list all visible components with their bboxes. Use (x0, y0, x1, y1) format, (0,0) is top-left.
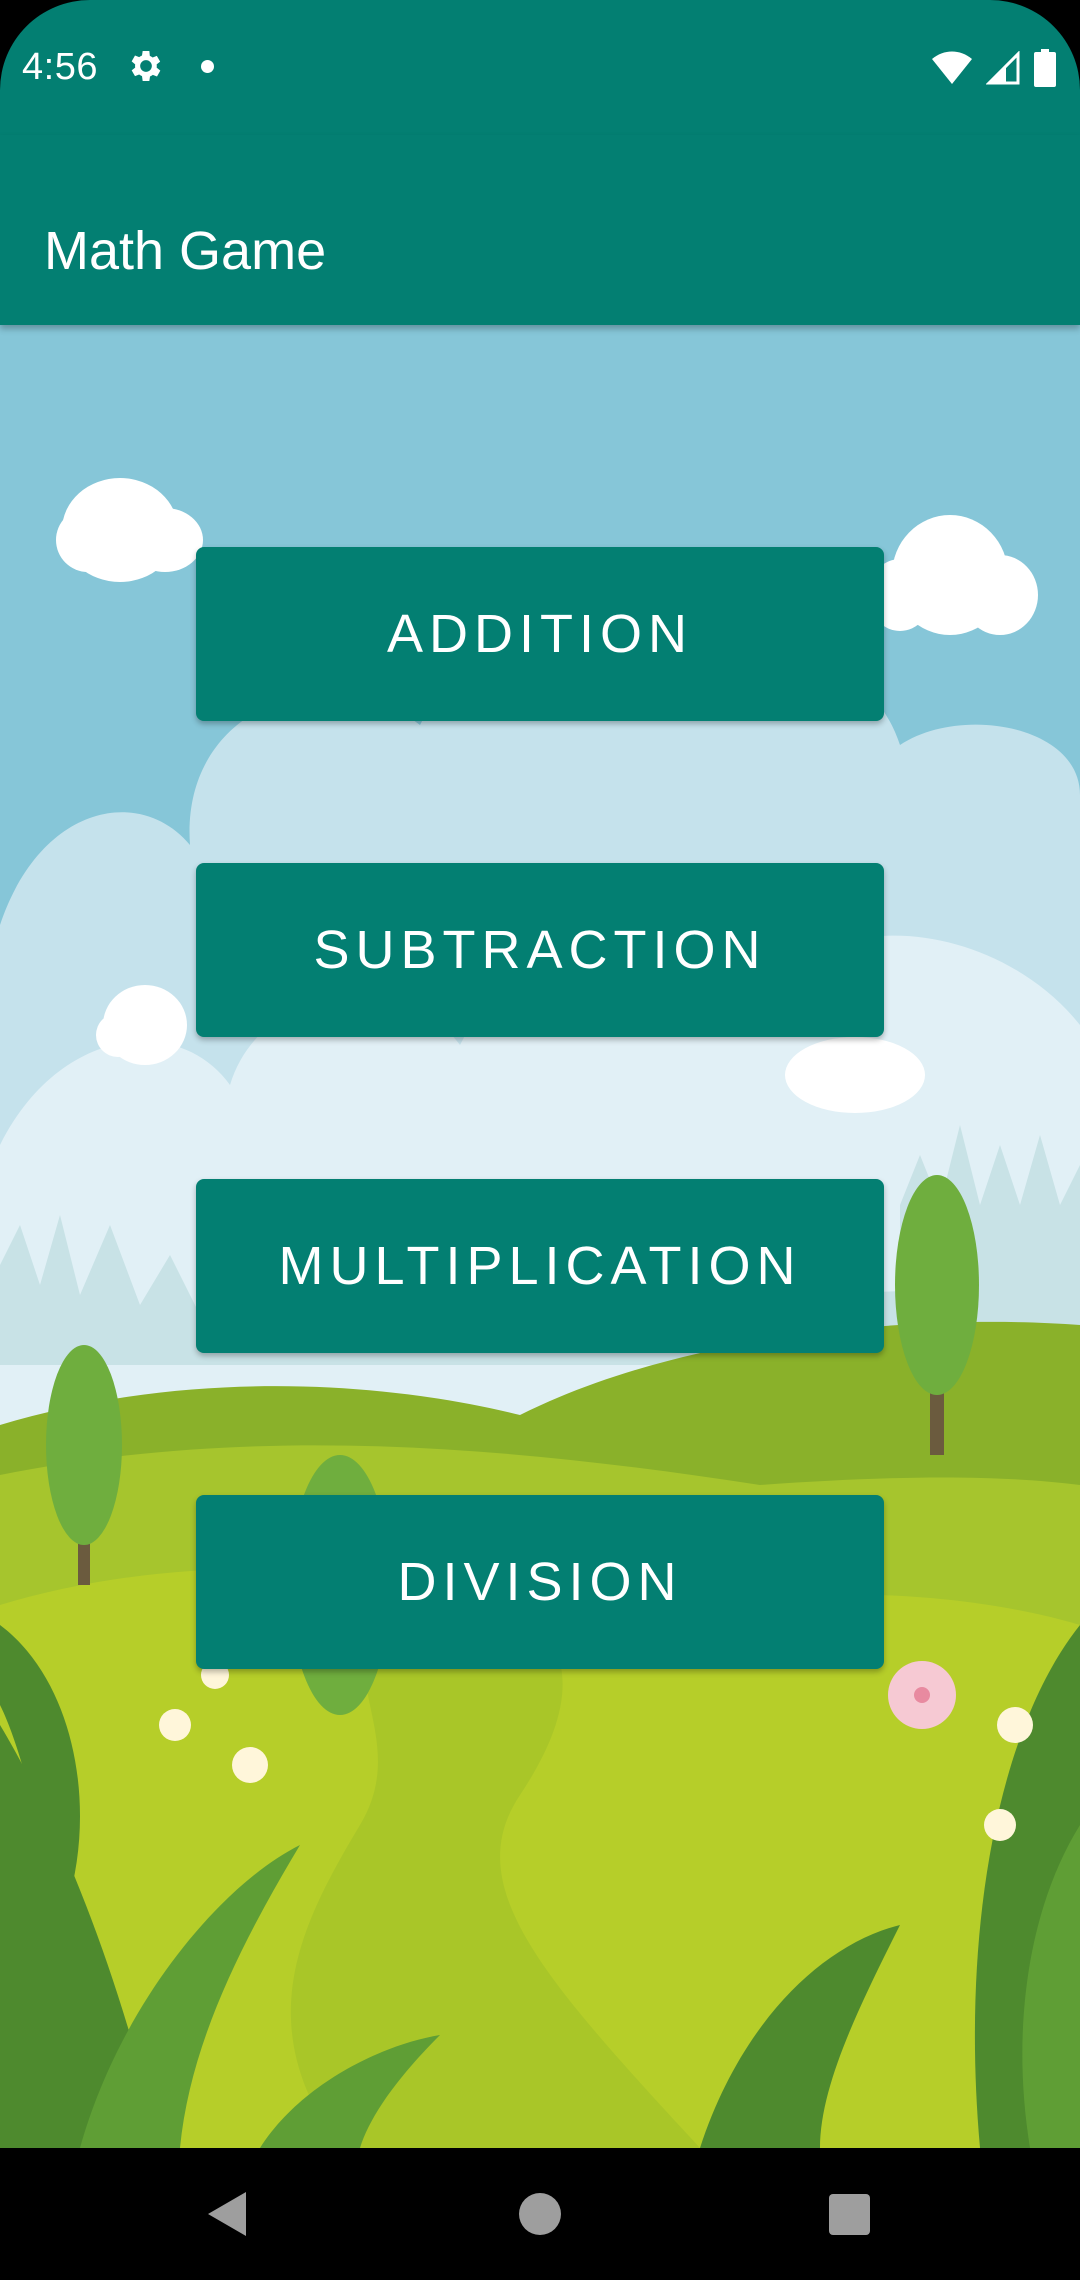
settings-gear-icon (131, 51, 161, 81)
multiplication-button[interactable]: MULTIPLICATION (196, 1179, 884, 1353)
app-title: Math Game (44, 221, 327, 281)
status-icons (932, 48, 1056, 88)
status-time: 4:56 (22, 46, 98, 88)
device-screen: 4:56 Math Game ADDITION SUBTRACTION MULT… (0, 0, 1080, 2280)
cell-signal-icon (986, 51, 1020, 85)
home-icon[interactable] (519, 2193, 561, 2235)
app-bar: Math Game (0, 135, 1080, 325)
system-nav-bar (0, 2148, 1080, 2280)
subtraction-button[interactable]: SUBTRACTION (196, 863, 884, 1037)
division-button[interactable]: DIVISION (196, 1495, 884, 1669)
wifi-icon (932, 51, 972, 84)
notification-dot-icon (201, 60, 214, 73)
battery-icon (1034, 49, 1056, 87)
addition-button[interactable]: ADDITION (196, 547, 884, 721)
main-content: ADDITION SUBTRACTION MULTIPLICATION DIVI… (0, 325, 1080, 2148)
back-icon[interactable] (204, 2190, 250, 2238)
status-bar: 4:56 (0, 0, 1080, 135)
recents-icon[interactable] (829, 2194, 870, 2235)
